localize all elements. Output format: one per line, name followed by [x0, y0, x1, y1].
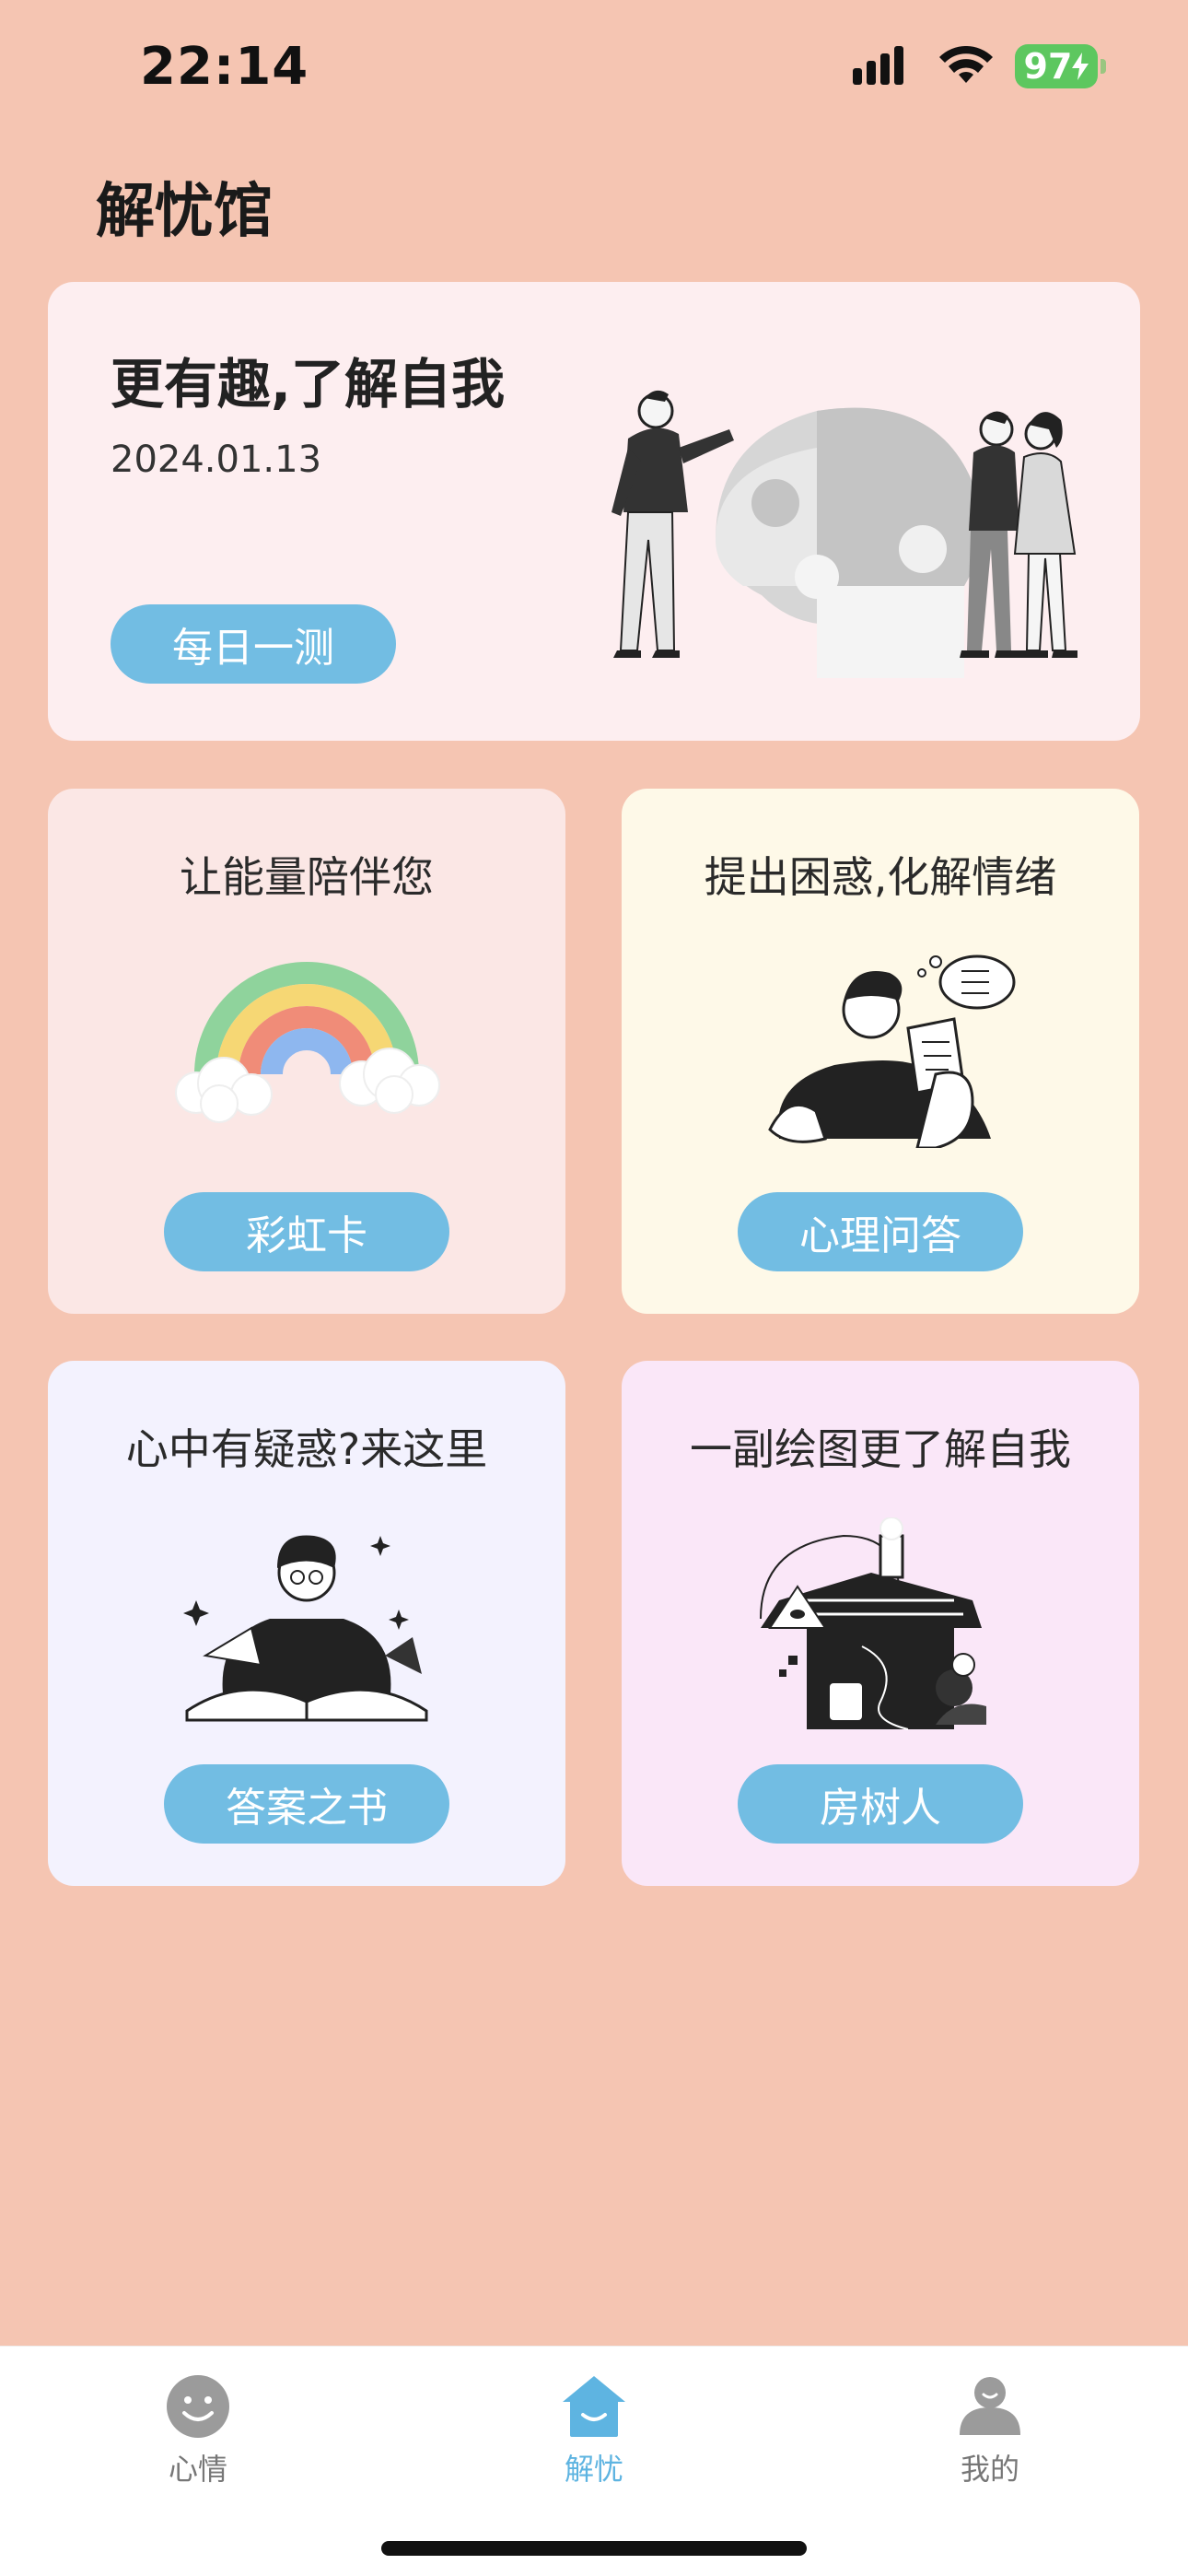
reading-book-illustration — [183, 1535, 428, 1722]
hero-date: 2024.01.13 — [111, 439, 322, 481]
answer-book-button[interactable]: 答案之书 — [164, 1764, 449, 1844]
hero-title: 更有趣,了解自我 — [111, 353, 506, 416]
smiley-icon — [167, 2375, 229, 2438]
cellular-signal-icon — [853, 46, 903, 85]
tile-illustration-wrap — [622, 1517, 1139, 1739]
rainbow-card-button[interactable]: 彩虹卡 — [164, 1192, 449, 1271]
thinking-person-illustration — [768, 954, 1016, 1148]
charging-bolt-icon — [1072, 53, 1089, 80]
answer-book-tile[interactable]: 心中有疑惑?来这里 答案之书 — [48, 1361, 565, 1886]
tile-illustration-wrap — [48, 1517, 565, 1729]
rainbow-card-tile[interactable]: 让能量陪伴您 彩虹卡 — [48, 789, 565, 1314]
page-title: 解忧馆 — [96, 178, 273, 246]
psych-qa-button[interactable]: 心理问答 — [738, 1192, 1023, 1271]
tile-title: 心中有疑惑?来这里 — [125, 1424, 488, 1474]
tab-label: 心情 — [168, 2452, 227, 2487]
house-tree-person-illustration — [760, 1517, 986, 1730]
wifi-icon — [939, 46, 993, 83]
daily-test-button[interactable]: 每日一测 — [111, 604, 396, 684]
house-tree-person-button[interactable]: 房树人 — [738, 1764, 1023, 1844]
home-icon — [563, 2376, 625, 2437]
house-tree-person-tile[interactable]: 一副绘图更了解自我 房树人 — [622, 1361, 1139, 1886]
battery-level: 97 — [1023, 46, 1073, 87]
home-indicator — [381, 2541, 807, 2556]
tab-mood[interactable]: 心情 — [0, 2347, 396, 2576]
screen: 22:14 97 解忧馆 更有趣,了解自我 2024.01.13 每日一测 让能… — [0, 0, 1188, 2576]
tile-title: 让能量陪伴您 — [180, 852, 434, 902]
psych-qa-tile[interactable]: 提出困惑,化解情绪 心理问答 — [622, 789, 1139, 1314]
tab-profile[interactable]: 我的 — [792, 2347, 1188, 2576]
daily-test-card[interactable]: 更有趣,了解自我 2024.01.13 每日一测 — [48, 282, 1140, 741]
tab-label: 我的 — [960, 2452, 1019, 2487]
puzzle-head-illustration — [611, 390, 1077, 678]
tile-title: 一副绘图更了解自我 — [690, 1424, 1071, 1474]
rainbow-illustration — [175, 962, 440, 1123]
status-icons: 97 — [853, 44, 1106, 88]
tile-illustration-wrap — [622, 945, 1139, 1148]
tab-label: 解忧 — [564, 2452, 623, 2487]
person-icon — [960, 2377, 1020, 2435]
tile-illustration-wrap — [48, 945, 565, 1130]
tile-title: 提出困惑,化解情绪 — [704, 852, 1057, 902]
battery-indicator: 97 — [1015, 44, 1106, 88]
status-time: 22:14 — [140, 37, 309, 97]
